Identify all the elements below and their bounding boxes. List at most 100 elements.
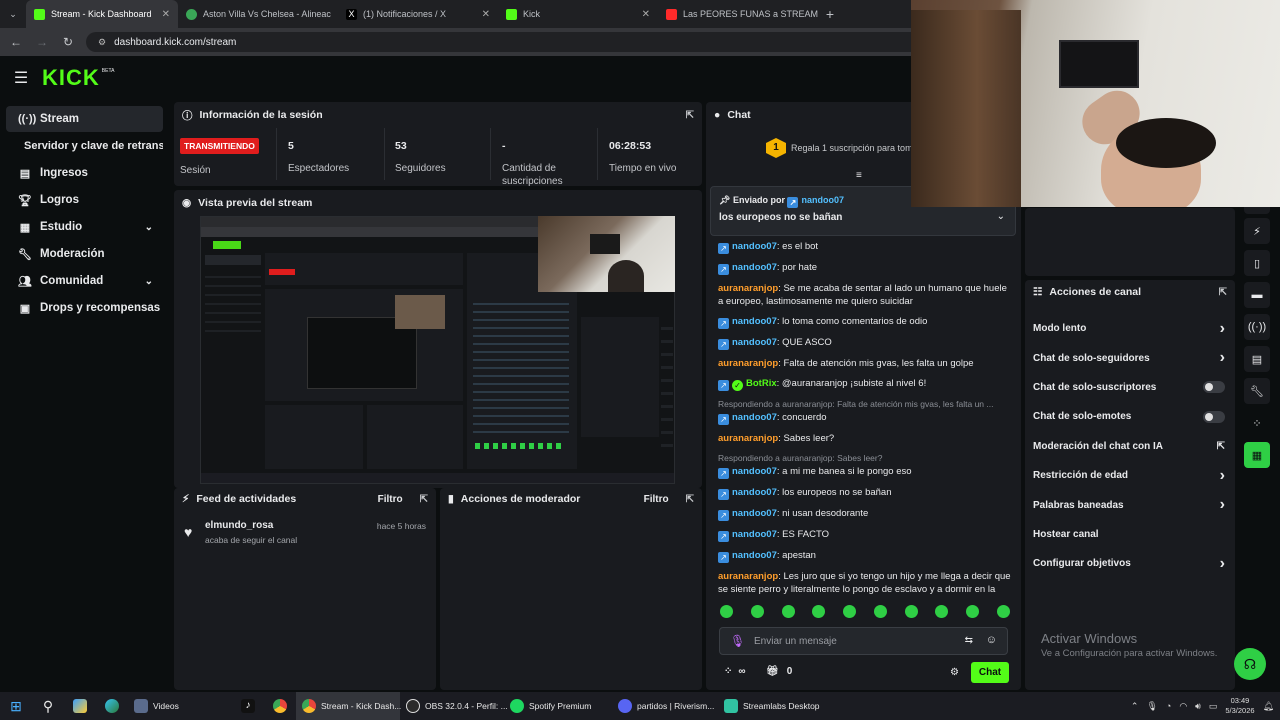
sidebar-item-drops[interactable]: ▣ Drops y recompensas [6,295,163,321]
collapse-icon[interactable]: ≡ [856,170,862,181]
chat-username[interactable]: nandoo07 [732,412,777,423]
notifications-icon[interactable]: 🔔︎ [1263,701,1274,712]
broadcast-icon[interactable]: ((·)) [1244,314,1270,340]
close-icon[interactable]: ✕ [642,9,650,20]
taskbar-spotify[interactable]: Spotify Premium [504,692,612,720]
close-icon[interactable]: ✕ [482,9,490,20]
search-icon[interactable]: ⚲ [32,692,64,720]
emote-icon[interactable] [720,605,733,618]
popout-icon[interactable]: ⇱ [1219,287,1227,298]
sidebar-item-estudio[interactable]: ▦ Estudio ⌄ [6,214,163,240]
emote-icon[interactable] [904,605,918,618]
chat-input[interactable]: 🎙︎ Enviar un mensaje ⇆ ☺ [719,627,1008,655]
emote-icon[interactable] [812,605,826,618]
emote-icon[interactable] [781,605,795,618]
chevron-down-icon[interactable]: ⌄ [997,211,1005,222]
gift-sub-banner[interactable]: Regala 1 suscripción para toma [791,143,918,153]
emote-icon[interactable] [996,605,1010,618]
chat-username[interactable]: nandoo07 [732,508,777,519]
chat-username[interactable]: nandoo07 [732,550,777,561]
volume-icon[interactable]: 🔊︎ [1195,701,1201,712]
menu-icon[interactable]: ☰ [0,68,42,88]
sidebar-item-logros[interactable]: 🏆︎ Logros [6,187,163,213]
sidebar-item-stream[interactable]: ((·)) Stream [6,106,163,132]
tiktok-icon[interactable]: ♪ [232,692,264,720]
chat-username[interactable]: BotRix [746,378,777,389]
battery-icon[interactable]: ▭ [1209,701,1218,712]
network-icon[interactable]: ◔ [1166,701,1171,711]
tab-aston-villa[interactable]: Aston Villa Vs Chelsea - Alineac✕ [178,0,338,28]
sidebar-item-ingresos[interactable]: ▤ Ingresos [6,160,163,186]
chat-bubble-icon[interactable]: ▬ [1244,282,1270,308]
chat-username[interactable]: nandoo07 [732,337,777,348]
clock[interactable]: 03:49 5/3/2026 [1225,696,1254,716]
chat-username[interactable]: nandoo07 [732,529,777,540]
document-icon[interactable]: ▯ [1244,250,1270,276]
channel-action-item[interactable]: Configurar objetivos › [1025,549,1235,578]
start-icon[interactable]: ⊞ [0,692,32,720]
toggle-switch[interactable] [1203,381,1225,394]
bolt-icon[interactable]: ⚡︎ [1244,218,1270,244]
widgets-icon[interactable] [64,692,96,720]
support-icon[interactable]: ☊ [1234,648,1266,680]
taskbar-streamlabs[interactable]: Streamlabs Desktop [718,692,828,720]
back-icon[interactable]: ← [8,35,24,49]
new-tab-button[interactable]: + [818,0,842,28]
chat-username[interactable]: auranaranjop [718,358,778,369]
chat-username[interactable]: auranaranjop [718,571,778,582]
microphone-icon[interactable]: 🎙︎ [1146,701,1157,712]
pinned-user[interactable]: nandoo07 [801,195,844,205]
activity-user[interactable]: elmundo_rosa [205,520,273,531]
taskbar-discord[interactable]: partidos | Riverism... [612,692,718,720]
chat-username[interactable]: nandoo07 [732,316,777,327]
tab-youtube[interactable]: Las PEORES FUNAS a STREAME✕ [658,0,818,28]
points-icon[interactable]: ⁘ [1244,410,1270,436]
channel-points[interactable]: ⁘ ∞ [724,666,746,677]
emote-icon[interactable] [843,605,857,618]
emote-icon[interactable] [750,605,764,618]
forward-icon[interactable]: → [34,35,50,49]
sidebar-item-moderacion[interactable]: 🔧︎ Moderación [6,241,163,267]
microphone-icon[interactable]: 🎙︎ [730,634,745,648]
mod-filter-button[interactable]: Filtro [644,494,669,505]
activity-filter-button[interactable]: Filtro [378,494,403,505]
taskbar-kick-dashboard[interactable]: Stream - Kick Dash... [296,692,401,720]
channel-action-item[interactable]: Chat de solo-seguidores › [1025,343,1235,372]
chat-settings-icon[interactable]: ⚙ [950,667,959,678]
popout-icon[interactable]: ⇱ [686,494,694,505]
tab-kick[interactable]: Kick ✕ [498,0,658,28]
clapperboard-icon[interactable]: ▦ [1244,442,1270,468]
sidebar-item-comunidad[interactable]: 👥︎ Comunidad ⌄ [6,268,163,294]
tab-search-button[interactable]: ⌄ [0,0,26,28]
reload-icon[interactable]: ↻ [60,35,76,49]
emote-icon[interactable] [935,605,949,618]
edge-icon[interactable] [96,692,128,720]
chat-username[interactable]: nandoo07 [732,262,777,273]
users-icon[interactable]: ▤ [1244,346,1270,372]
chat-username[interactable]: auranaranjop [718,433,778,444]
chrome-icon[interactable] [264,692,296,720]
channel-action-item[interactable]: Restricción de edad › [1025,461,1235,490]
chat-username[interactable]: auranaranjop [718,283,778,294]
chevron-up-icon[interactable]: ⌃ [1131,701,1139,712]
popout-icon[interactable]: ⇱ [686,110,694,121]
emoji-icon[interactable]: ☺ [986,634,997,646]
chat-username[interactable]: nandoo07 [732,241,777,252]
emote-icon[interactable] [966,605,980,618]
taskbar-obs[interactable]: OBS 32.0.4 - Perfil: ... [400,692,508,720]
channel-action-item[interactable]: Palabras baneadas › [1025,490,1235,519]
wrench-icon[interactable]: 🔧︎ [1244,378,1270,404]
channel-action-item[interactable]: Chat de solo-suscriptores [1025,373,1235,402]
taskbar-videos[interactable]: Videos [128,692,232,720]
popout-icon[interactable]: ⇱ [420,494,428,505]
chat-username[interactable]: nandoo07 [732,487,777,498]
channel-action-item[interactable]: Hostear canal [1025,520,1235,549]
chat-send-button[interactable]: Chat [971,662,1009,683]
site-info-icon[interactable]: ⚙ [98,37,106,48]
toggle-switch[interactable] [1203,410,1225,423]
emote-icon[interactable] [873,605,887,618]
gift-count[interactable]: 🎁︎ 0 [766,666,792,677]
kick-logo[interactable]: KICK [42,65,100,91]
url-field[interactable]: ⚙ dashboard.kick.com/stream [86,32,926,52]
close-icon[interactable]: ✕ [162,9,170,20]
